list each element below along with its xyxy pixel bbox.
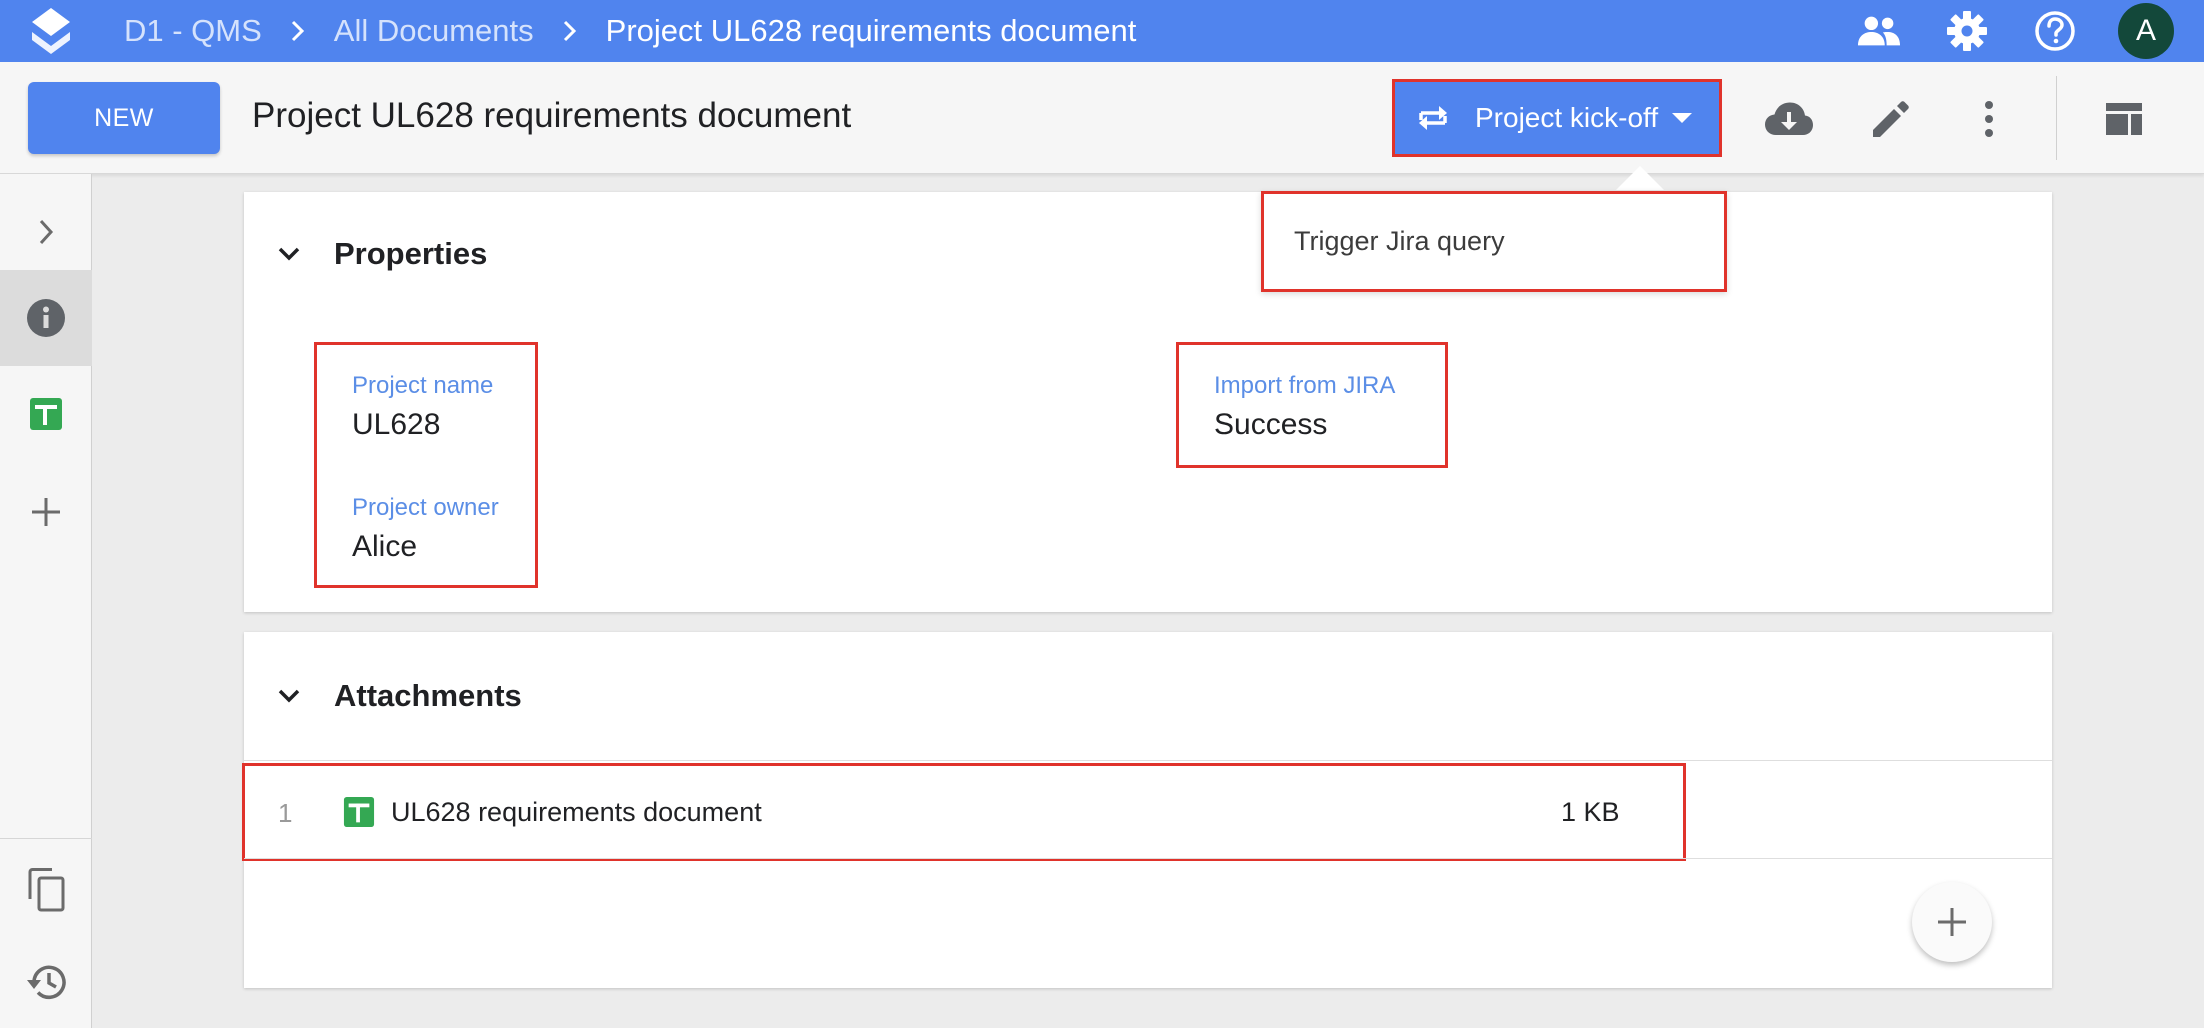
dropdown-pointer: [1616, 166, 1664, 190]
attachment-size: 1 KB: [1561, 797, 1620, 827]
jira-import-value: Success: [1214, 408, 1328, 441]
toolbar-divider: [2056, 76, 2057, 160]
chevron-right-icon: [290, 20, 306, 42]
chevron-down-icon: [278, 247, 300, 261]
workflow-menu: Trigger Jira query: [1261, 191, 1727, 292]
attachments-heading: Attachments: [334, 678, 522, 713]
cloud-download-icon[interactable]: [1764, 94, 1814, 144]
project-name-value: UL628: [352, 408, 441, 441]
properties-header[interactable]: Properties: [274, 236, 487, 272]
caret-down-icon: [1672, 113, 1693, 123]
chevron-down-icon: [278, 689, 300, 703]
layout-icon[interactable]: [2099, 94, 2149, 144]
project-owner-label: Project owner: [352, 494, 499, 521]
properties-heading: Properties: [334, 236, 488, 271]
attachments-header[interactable]: Attachments: [274, 678, 522, 714]
gear-icon[interactable]: [1945, 9, 1989, 53]
sheet-icon[interactable]: [0, 366, 92, 462]
workflow-state-button[interactable]: Project kick-off: [1392, 79, 1722, 157]
sidebar-divider: [0, 838, 92, 839]
history-icon[interactable]: [0, 934, 92, 1028]
breadcrumb-item-current: Project UL628 requirements document: [605, 13, 1137, 48]
sync-icon: [1419, 106, 1447, 130]
chevron-right-icon: [562, 20, 578, 42]
divider: [244, 858, 2052, 859]
add-icon[interactable]: [0, 464, 92, 560]
new-button[interactable]: NEW: [28, 82, 220, 154]
jira-import-group: [1176, 342, 1448, 468]
page-title: Project UL628 requirements document: [252, 96, 852, 135]
info-icon[interactable]: [0, 270, 92, 366]
attachment-index: 1: [278, 798, 293, 828]
add-attachment-button[interactable]: [1912, 882, 1992, 962]
edit-icon[interactable]: [1866, 94, 1916, 144]
workflow-state-label: Project kick-off: [1475, 102, 1659, 133]
sheet-icon: [343, 796, 375, 828]
avatar-initial: A: [2135, 14, 2156, 47]
attachment-name[interactable]: UL628 requirements document: [391, 797, 762, 828]
avatar[interactable]: A: [2118, 3, 2174, 59]
jira-import-label: Import from JIRA: [1214, 372, 1396, 399]
top-app-bar: D1 - QMS All Documents Project UL628 req…: [0, 0, 2204, 62]
add-icon: [1938, 908, 1966, 936]
people-icon[interactable]: [1857, 9, 1901, 53]
expand-icon[interactable]: [0, 184, 92, 280]
properties-card: Properties Project name UL628 Project ow…: [244, 192, 2052, 612]
project-name-label: Project name: [352, 372, 494, 399]
attachment-row[interactable]: 1 UL628 requirements document 1 KB: [242, 763, 1686, 861]
document-toolbar: NEW Project UL628 requirements document …: [0, 62, 2204, 174]
divider: [244, 760, 2052, 761]
breadcrumb-item-all-documents[interactable]: All Documents: [334, 13, 534, 49]
app-logo-icon[interactable]: [30, 6, 72, 56]
help-icon[interactable]: [2033, 9, 2077, 53]
breadcrumb: D1 - QMS All Documents Project UL628 req…: [124, 0, 1136, 62]
copy-icon[interactable]: [0, 842, 92, 938]
left-sidebar: [0, 174, 92, 1028]
more-vert-icon[interactable]: [1964, 94, 2014, 144]
menu-item-trigger-jira-query[interactable]: Trigger Jira query: [1294, 226, 1505, 257]
project-owner-value: Alice: [352, 530, 418, 563]
attachments-card: Attachments 1 UL628 requirements documen…: [242, 632, 2052, 988]
breadcrumb-item-workspace[interactable]: D1 - QMS: [124, 13, 262, 49]
